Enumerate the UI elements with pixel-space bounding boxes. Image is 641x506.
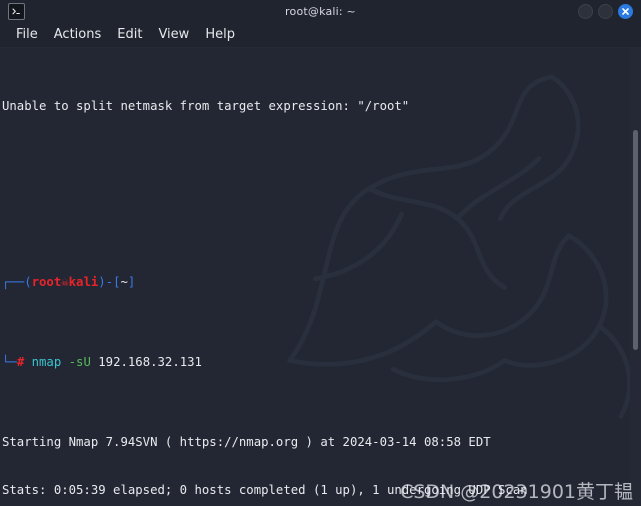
prompt-line-top: ┌──(root☠kali)-[~]	[2, 274, 641, 290]
terminal-area[interactable]: Unable to split netmask from target expr…	[0, 48, 641, 506]
terminal-output: Unable to split netmask from target expr…	[0, 48, 641, 506]
prompt-user: root	[31, 275, 62, 289]
close-button[interactable]	[618, 3, 633, 19]
menu-bar: File Actions Edit View Help	[0, 22, 641, 48]
terminal-line: Starting Nmap 7.94SVN ( https://nmap.org…	[2, 435, 491, 449]
command-flag: -sU	[68, 355, 91, 369]
close-icon	[622, 7, 629, 15]
terminal-icon	[8, 2, 25, 20]
minimize-button[interactable]	[578, 3, 593, 19]
skull-icon: ☠	[61, 275, 69, 289]
prompt-branch-top: ┌──	[2, 275, 25, 289]
prompt-cwd: ~	[120, 275, 128, 289]
window-title: root@kali: ~	[285, 4, 356, 18]
menu-item-edit[interactable]: Edit	[109, 25, 150, 44]
maximize-button[interactable]	[598, 3, 613, 19]
prompt-paren-open: (	[24, 275, 32, 289]
prompt-bracket-close: ]	[127, 275, 136, 289]
menu-item-file[interactable]: File	[8, 25, 46, 44]
terminal-error-line: Unable to split netmask from target expr…	[2, 99, 410, 113]
command-name: nmap	[31, 355, 62, 369]
menu-item-actions[interactable]: Actions	[46, 25, 110, 44]
prompt-dash: -	[105, 275, 114, 289]
prompt-host: kali	[68, 275, 99, 289]
scrollbar-thumb[interactable]	[633, 130, 638, 351]
title-bar[interactable]: root@kali: ~	[0, 0, 641, 22]
terminal-window: root@kali: ~ File Actions Edit View Help	[0, 0, 641, 506]
menu-item-view[interactable]: View	[150, 25, 197, 44]
prompt-bracket-open: [	[113, 275, 121, 289]
prompt-branch-bottom: └─	[2, 355, 17, 369]
scrollbar[interactable]	[630, 48, 641, 506]
prompt-line-command: └─# nmap -sU 192.168.32.131	[2, 354, 641, 370]
window-controls	[578, 3, 637, 19]
menu-item-help[interactable]: Help	[197, 25, 243, 44]
command-target: 192.168.32.131	[98, 355, 202, 369]
terminal-line: Stats: 0:05:39 elapsed; 0 hosts complete…	[2, 483, 528, 497]
prompt-paren-close: )	[98, 275, 106, 289]
